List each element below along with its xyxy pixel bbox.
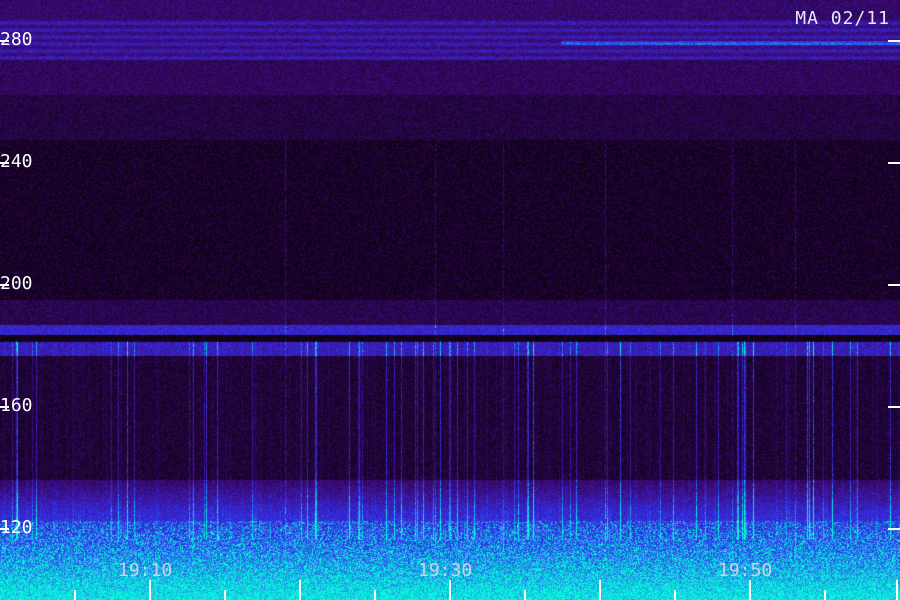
- y-tick-mark-right: [888, 162, 900, 164]
- x-tick-label: 19:50: [718, 560, 773, 581]
- y-tick-mark: [0, 40, 9, 42]
- y-tick-mark: [0, 284, 9, 286]
- x-major-tick: [749, 580, 751, 600]
- x-major-tick: [149, 580, 151, 600]
- y-tick-mark-right: [888, 528, 900, 530]
- x-minor-tick: [824, 590, 826, 600]
- x-major-tick: [896, 580, 898, 600]
- y-tick-mark-right: [888, 40, 900, 42]
- x-minor-tick: [74, 590, 76, 600]
- x-minor-tick: [674, 590, 676, 600]
- y-tick-mark: [0, 162, 9, 164]
- x-minor-tick: [224, 590, 226, 600]
- x-minor-tick: [524, 590, 526, 600]
- x-tick-label: 19:30: [418, 560, 473, 581]
- x-minor-tick: [374, 590, 376, 600]
- spectrogram-image: [0, 0, 900, 600]
- y-tick-mark: [0, 528, 9, 530]
- y-tick-mark: [0, 406, 9, 408]
- y-tick-mark-right: [888, 406, 900, 408]
- station-date-label: MA 02/11: [795, 8, 890, 29]
- y-tick-mark-right: [888, 284, 900, 286]
- x-tick-label: 19:10: [118, 560, 173, 581]
- x-major-tick: [449, 580, 451, 600]
- x-major-tick: [599, 580, 601, 600]
- x-major-tick: [299, 580, 301, 600]
